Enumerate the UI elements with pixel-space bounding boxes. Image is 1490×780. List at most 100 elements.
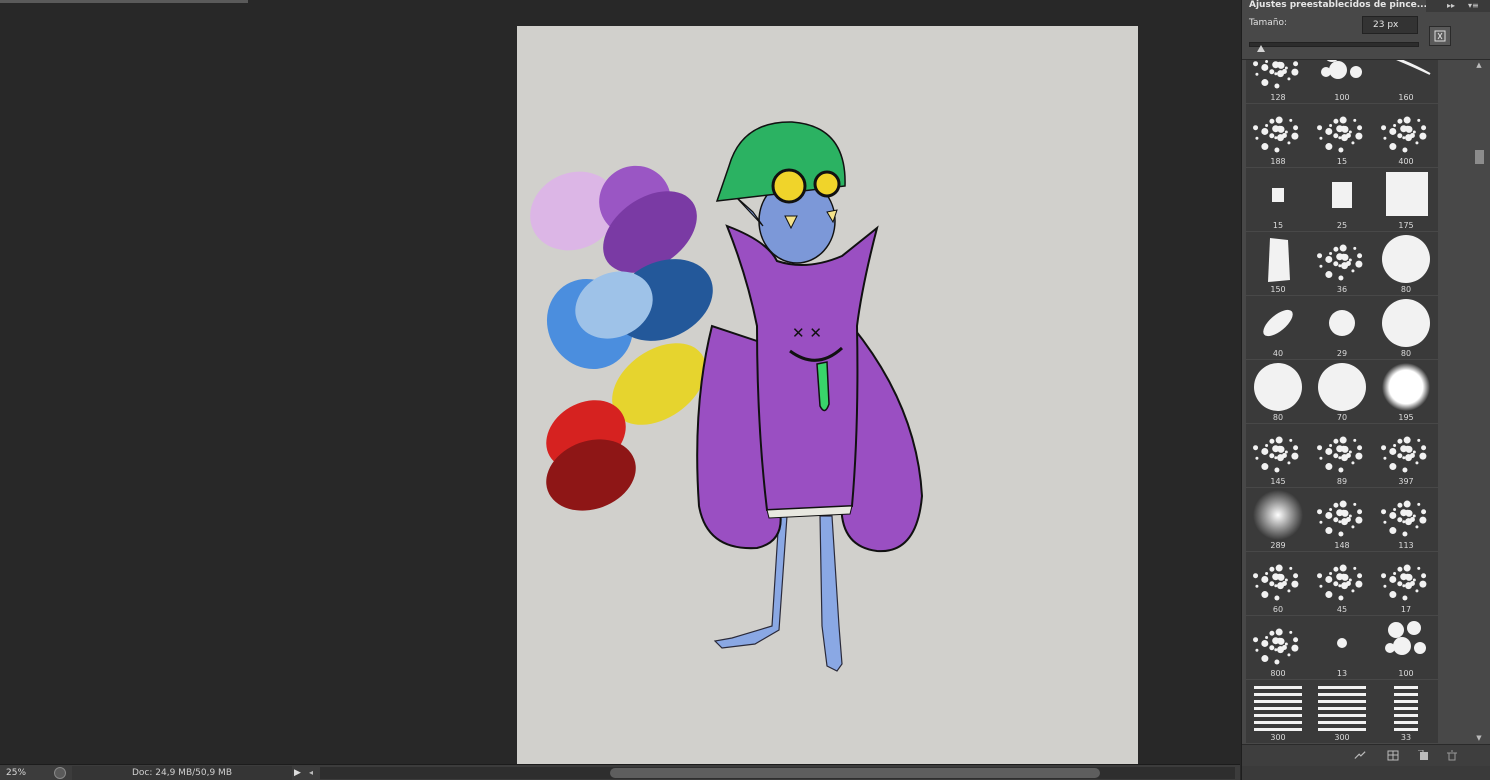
color-swatches	[530, 165, 713, 511]
panel-footer-toolbar	[1242, 744, 1490, 766]
brush-preset-13[interactable]: 29	[1310, 296, 1374, 359]
hard-round-brush-icon	[1382, 299, 1430, 347]
scroll-down-arrow-icon[interactable]: ▼	[1472, 733, 1486, 743]
small-splat-brush-icon	[1317, 116, 1363, 153]
brush-preset-list: 128 100 160 188 15 400 15 25 175 150 36 80 40 29 80 80 7…	[1242, 59, 1490, 743]
scroll-up-arrow-icon[interactable]: ▲	[1472, 60, 1486, 70]
brush-preset-25[interactable]: 45	[1310, 552, 1374, 615]
hard-round-brush-icon	[1382, 235, 1430, 283]
brush-preset-8[interactable]: 175	[1374, 168, 1438, 231]
horizontal-scrollbar-thumb[interactable]	[610, 768, 1100, 778]
trash-icon[interactable]	[1446, 750, 1458, 761]
brush-preset-28[interactable]: 13	[1310, 616, 1374, 679]
vertical-scrollbar[interactable]: ▲ ▼	[1472, 60, 1486, 743]
status-menu-arrow-icon[interactable]: ▶	[294, 767, 304, 779]
brush-preset-14[interactable]: 80	[1374, 296, 1438, 359]
hard-round-brush-icon	[1254, 363, 1302, 411]
brush-size-number: 70	[1336, 413, 1348, 422]
brush-preset-0[interactable]: 128	[1246, 60, 1310, 103]
brush-preset-1[interactable]: 100	[1310, 60, 1374, 103]
canvas-workspace[interactable]: ✕ ✕	[0, 0, 1240, 764]
toggle-brush-panel-button[interactable]	[1429, 26, 1451, 46]
brush-size-number: 80	[1400, 349, 1412, 358]
grass-brush-icon	[1253, 60, 1299, 89]
brush-preset-32[interactable]: 33	[1374, 680, 1438, 743]
brush-preset-15[interactable]: 80	[1246, 360, 1310, 423]
brush-preset-6[interactable]: 15	[1246, 168, 1310, 231]
new-preset-icon[interactable]	[1418, 750, 1430, 761]
brush-preset-30[interactable]: 300	[1246, 680, 1310, 743]
brush-size-number: 89	[1336, 477, 1348, 486]
hard-round-brush-icon	[1318, 363, 1366, 411]
brush-preset-12[interactable]: 40	[1246, 296, 1310, 359]
tiny-dot-brush-icon	[1337, 638, 1347, 648]
brush-preset-23[interactable]: 113	[1374, 488, 1438, 551]
brush-preset-3[interactable]: 188	[1246, 104, 1310, 167]
artwork-illustration: ✕ ✕	[530, 121, 924, 672]
brush-size-slider-thumb[interactable]	[1256, 45, 1265, 52]
noise-texture-brush-icon	[1253, 628, 1299, 665]
scroll-left-arrow-icon[interactable]: ◂	[309, 767, 319, 779]
panel-menu-icon[interactable]: ▾≡	[1468, 0, 1486, 12]
brush-preset-11[interactable]: 80	[1374, 232, 1438, 295]
brush-size-number: 150	[1270, 285, 1286, 294]
brush-size-number: 195	[1398, 413, 1414, 422]
scatter-flakes-brush-icon	[1317, 500, 1363, 537]
brush-preset-26[interactable]: 17	[1374, 552, 1438, 615]
cloud-texture-brush-icon	[1381, 436, 1427, 473]
brush-preset-29[interactable]: 100	[1374, 616, 1438, 679]
zoom-preset-icon[interactable]	[54, 767, 66, 779]
triangle-texture-brush-icon	[1381, 116, 1427, 153]
sponge-brush-icon	[1253, 436, 1299, 473]
brush-size-number: 15	[1272, 221, 1284, 230]
splatter-brush-icon	[1253, 564, 1299, 601]
collapse-panel-icon[interactable]: ▸▸	[1447, 0, 1461, 12]
brush-size-number: 80	[1400, 285, 1412, 294]
brush-preset-2[interactable]: 160	[1374, 60, 1438, 103]
brush-size-number: 15	[1336, 157, 1348, 166]
rough-patch-brush-icon	[1253, 116, 1299, 153]
brush-toggle-icon[interactable]	[1354, 750, 1366, 761]
panel-tab-bar: Ajustes preestablecidos de pince... ▸▸ ▾…	[1242, 0, 1490, 12]
brush-preset-4[interactable]: 15	[1310, 104, 1374, 167]
brush-size-number: 145	[1270, 477, 1286, 486]
brush-preset-5[interactable]: 400	[1374, 104, 1438, 167]
horizontal-scrollbar[interactable]	[320, 767, 1235, 779]
brush-preset-18[interactable]: 145	[1246, 424, 1310, 487]
brush-size-slider[interactable]	[1249, 42, 1419, 47]
panel-footer-strip	[1242, 766, 1490, 780]
brush-preset-20[interactable]: 397	[1374, 424, 1438, 487]
zoom-level[interactable]: 25%	[6, 766, 48, 780]
brush-size-number: 100	[1334, 93, 1350, 102]
tab-brush-presets[interactable]: Ajustes preestablecidos de pince...	[1242, 0, 1426, 12]
brush-preset-7[interactable]: 25	[1310, 168, 1374, 231]
stipple-round-brush-icon	[1317, 564, 1363, 601]
brush-size-number: 128	[1270, 93, 1286, 102]
document-canvas[interactable]: ✕ ✕	[517, 26, 1138, 764]
brush-preset-22[interactable]: 148	[1310, 488, 1374, 551]
brush-preset-16[interactable]: 70	[1310, 360, 1374, 423]
character: ✕ ✕	[696, 121, 924, 672]
brush-preset-21[interactable]: 289	[1246, 488, 1310, 551]
chalk-medium-brush-icon	[1332, 182, 1352, 208]
brush-preset-9[interactable]: 150	[1246, 232, 1310, 295]
brush-size-number: 36	[1336, 285, 1348, 294]
brush-size-number: 175	[1398, 221, 1414, 230]
brush-size-number: 100	[1398, 669, 1414, 678]
dots-cluster-brush-icon	[1385, 621, 1426, 655]
brush-size-input[interactable]: 23 px	[1362, 16, 1418, 34]
brush-panel-icon	[1434, 30, 1446, 42]
grid-view-icon[interactable]	[1387, 750, 1399, 761]
brush-preset-10[interactable]: 36	[1310, 232, 1374, 295]
brush-preset-31[interactable]: 300	[1310, 680, 1374, 743]
brush-preset-17[interactable]: 195	[1374, 360, 1438, 423]
brush-preset-27[interactable]: 800	[1246, 616, 1310, 679]
brush-size-number: 300	[1334, 733, 1350, 742]
brush-size-number: 800	[1270, 669, 1286, 678]
leaf-streak-brush-icon	[1396, 60, 1431, 75]
vertical-scrollbar-thumb[interactable]	[1475, 150, 1484, 164]
brush-size-number: 33	[1400, 733, 1412, 742]
bristle-brush-icon	[1268, 238, 1290, 282]
brush-preset-19[interactable]: 89	[1310, 424, 1374, 487]
brush-preset-24[interactable]: 60	[1246, 552, 1310, 615]
